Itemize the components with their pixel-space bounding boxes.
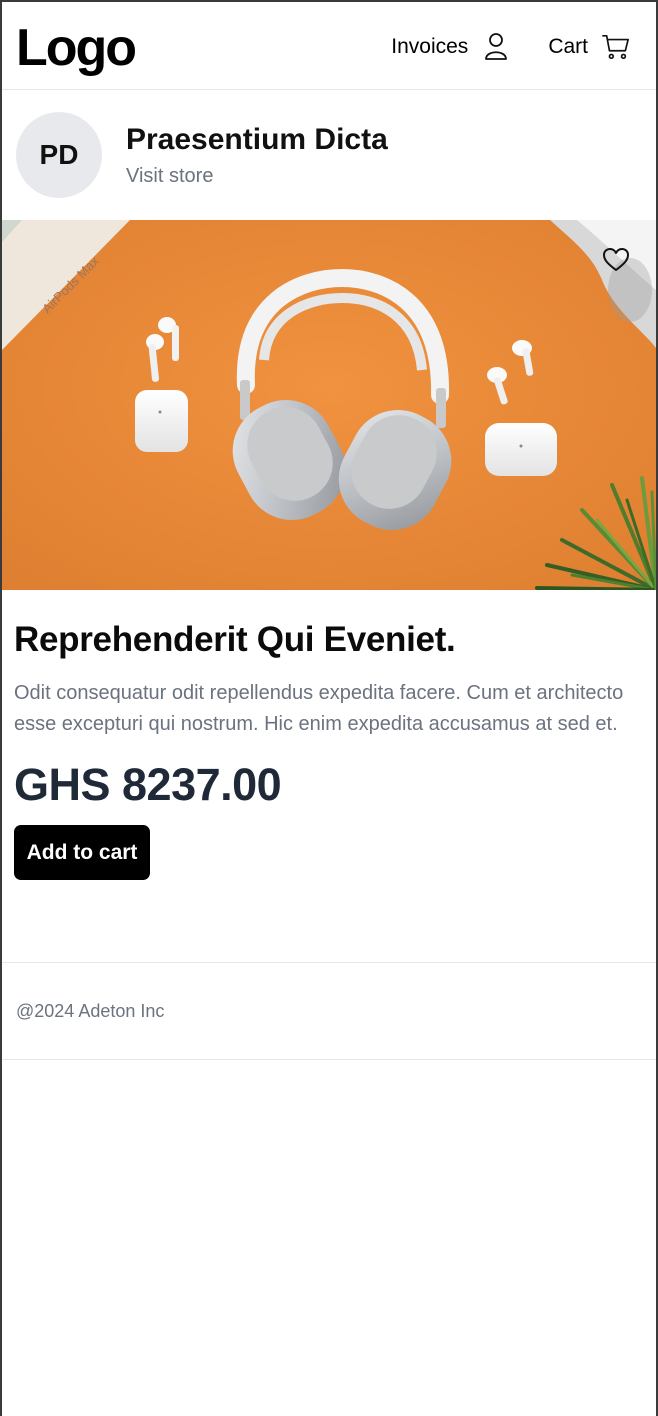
- footer-copyright: @2024 Adeton Inc: [16, 1000, 165, 1021]
- top-header: Logo Invoices Cart: [2, 2, 656, 90]
- add-to-cart-button[interactable]: Add to cart: [14, 825, 150, 880]
- product-title: Reprehenderit Qui Eveniet.: [14, 620, 456, 659]
- product-photo-illustration: AirPods Max: [2, 220, 656, 590]
- cart-icon: [602, 32, 630, 62]
- invoices-label: Invoices: [391, 34, 469, 58]
- product-description: Odit consequatur odit repellendus expedi…: [14, 682, 624, 735]
- cart-link[interactable]: Cart: [548, 32, 630, 62]
- store-info: PD Praesentium Dicta Visit store: [2, 90, 656, 220]
- cart-label: Cart: [548, 34, 588, 58]
- footer: @2024 Adeton Inc: [2, 962, 656, 1060]
- visit-store-link[interactable]: Visit store: [126, 165, 388, 188]
- user-icon: [482, 32, 510, 62]
- product-details: Reprehenderit Qui Eveniet. Odit consequa…: [2, 590, 656, 880]
- store-details: Praesentium Dicta Visit store: [126, 123, 388, 188]
- top-nav: Invoices Cart: [391, 32, 630, 62]
- product-image: AirPods Max: [2, 220, 656, 590]
- store-avatar: PD: [16, 112, 102, 198]
- store-name: Praesentium Dicta: [126, 122, 388, 156]
- invoices-link[interactable]: Invoices: [391, 32, 510, 62]
- product-price: GHS 8237.00: [14, 759, 282, 810]
- logo[interactable]: Logo: [16, 22, 137, 74]
- heart-icon[interactable]: [602, 246, 630, 274]
